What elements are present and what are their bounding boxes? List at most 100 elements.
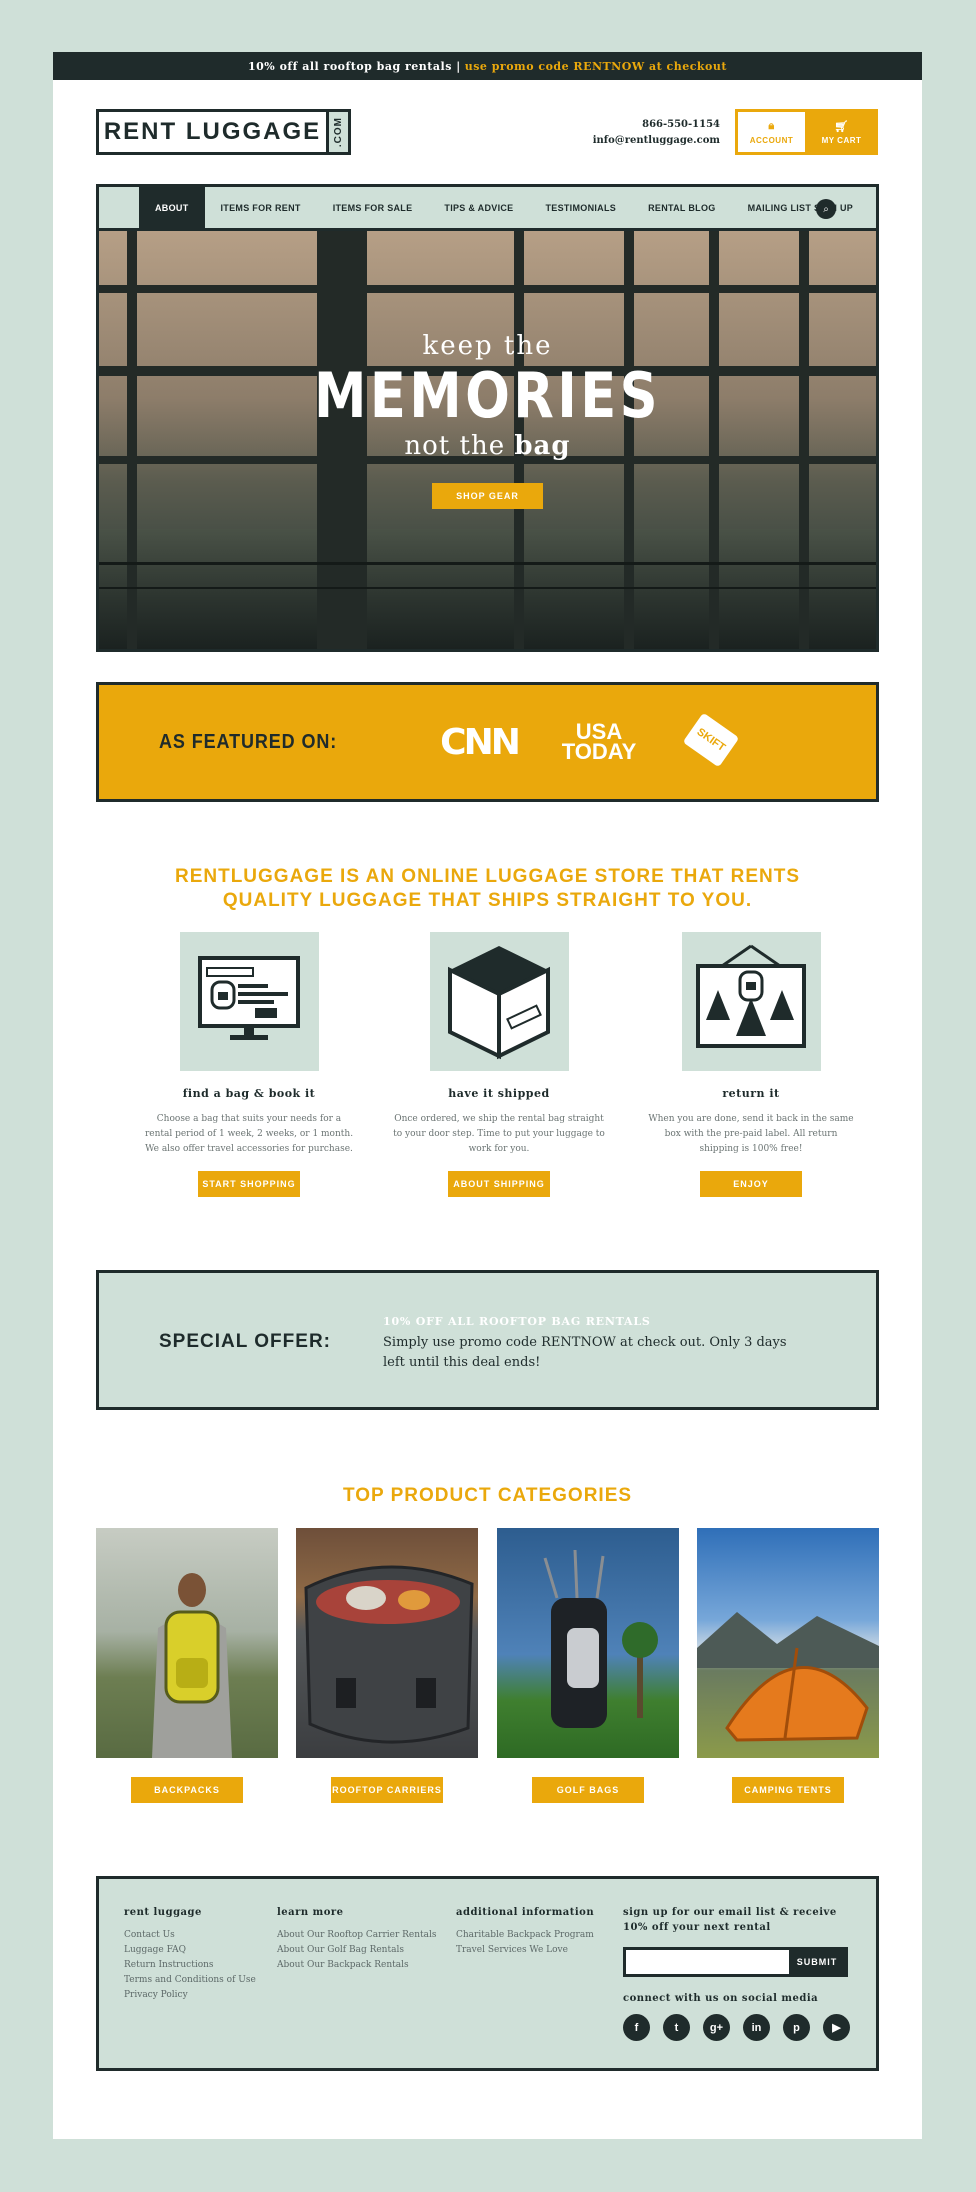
step-title: return it xyxy=(722,1087,780,1100)
offer-body: Simply use promo code RENTNOW at check o… xyxy=(383,1335,787,1370)
logo-text: RENT LUGGAGE xyxy=(103,118,322,145)
google-plus-icon[interactable]: g+ xyxy=(703,2014,730,2041)
pinterest-icon[interactable]: p xyxy=(783,2014,810,2041)
footer-link-backpack[interactable]: About Our Backpack Rentals xyxy=(277,1958,437,1973)
facebook-icon[interactable]: f xyxy=(623,2014,650,2041)
hero-line-3b: bag xyxy=(514,431,571,461)
twitter-icon[interactable]: t xyxy=(663,2014,690,2041)
step-ship: have it shipped Once ordered, we ship th… xyxy=(374,932,624,1197)
tent-figure xyxy=(697,1612,879,1742)
footer-col-title: additional information xyxy=(456,1907,595,1918)
backpacks-button[interactable]: BACKPACKS xyxy=(131,1777,243,1803)
footer-link-terms[interactable]: Terms and Conditions of Use xyxy=(124,1973,256,1988)
monitor-illustration xyxy=(179,932,319,1071)
nav-item-tips-advice[interactable]: TIPS & ADVICE xyxy=(428,187,529,228)
submit-button[interactable]: SUBMIT xyxy=(789,1950,845,1974)
footer-link-privacy[interactable]: Privacy Policy xyxy=(124,1988,256,2003)
camping-tents-image[interactable] xyxy=(697,1528,879,1758)
footer-link-rooftop[interactable]: About Our Rooftop Carrier Rentals xyxy=(277,1928,437,1943)
hero-rail xyxy=(99,562,876,565)
footer: rent luggage Contact Us Luggage FAQ Retu… xyxy=(96,1876,879,2071)
step-text: Once ordered, we ship the rental bag str… xyxy=(393,1114,605,1154)
footer-link-contact[interactable]: Contact Us xyxy=(124,1928,256,1943)
nav-item-rental-blog[interactable]: RENTAL BLOG xyxy=(632,187,731,228)
category-golf-bags: GOLF BAGS xyxy=(497,1528,679,1803)
promo-text: 10% off all rooftop bag rentals | xyxy=(248,59,461,73)
nav-item-items-for-rent[interactable]: ITEMS FOR RENT xyxy=(205,187,317,228)
footer-link-returns[interactable]: Return Instructions xyxy=(124,1958,256,1973)
promo-highlight: use promo code RENTNOW at checkout xyxy=(464,59,727,73)
step-title: find a bag & book it xyxy=(182,1087,316,1100)
golf-bags-image[interactable] xyxy=(497,1528,679,1758)
header: RENT LUGGAGE .COM 866-550-1154 info@rent… xyxy=(53,80,922,184)
hero-banner: keep the MEMORIES not the bag SHOP GEAR xyxy=(99,231,876,649)
youtube-icon[interactable]: ▶ xyxy=(823,2014,850,2041)
phone-number[interactable]: 866-550-1154 xyxy=(593,117,720,133)
hero-rail xyxy=(99,587,876,589)
footer-col-learn-more: learn more About Our Rooftop Carrier Ren… xyxy=(277,1905,437,1973)
footer-link-golf[interactable]: About Our Golf Bag Rentals xyxy=(277,1943,437,1958)
cnn-logo: CNN xyxy=(440,721,521,763)
page: 10% off all rooftop bag rentals | use pr… xyxy=(53,52,922,2139)
step-text: When you are done, send it back in the s… xyxy=(648,1114,854,1154)
logo-com: .COM xyxy=(333,116,344,148)
account-button[interactable]: 🔒︎ ACCOUNT xyxy=(738,112,805,152)
skift-text: SKIFT xyxy=(694,725,728,755)
footer-link-travel-services[interactable]: Travel Services We Love xyxy=(456,1943,594,1958)
footer-col-title: rent luggage xyxy=(124,1907,202,1918)
contact-info: 866-550-1154 info@rentluggage.com xyxy=(593,117,720,149)
nav-item-testimonials[interactable]: TESTIMONIALS xyxy=(529,187,632,228)
carrier-bag-figure xyxy=(304,1565,474,1744)
start-shopping-button[interactable]: START SHOPPING xyxy=(198,1171,300,1197)
backpacks-image[interactable] xyxy=(96,1528,278,1758)
rooftop-carriers-button[interactable]: ROOFTOP CARRIERS xyxy=(331,1777,443,1803)
nav-item-about[interactable]: ABOUT xyxy=(139,187,205,228)
linkedin-icon[interactable]: in xyxy=(743,2014,770,2041)
hiker-figure xyxy=(152,1573,232,1758)
social-icons: f t g+ in p ▶ xyxy=(623,2014,863,2041)
footer-col-rent-luggage: rent luggage Contact Us Luggage FAQ Retu… xyxy=(124,1905,256,2003)
trees-backpack-icon xyxy=(695,944,806,1048)
hero-floor xyxy=(99,529,876,649)
footer-col-additional-info: additional information Charitable Backpa… xyxy=(456,1905,594,1958)
skift-logo: SKIFT xyxy=(679,712,740,768)
signup-title: sign up for our email list & receive 10%… xyxy=(623,1907,837,1933)
footer-link-charitable[interactable]: Charitable Backpack Program xyxy=(456,1928,594,1943)
cart-button[interactable]: 🛒︎ MY CART xyxy=(808,112,875,152)
nav-item-items-for-sale[interactable]: ITEMS FOR SALE xyxy=(317,187,429,228)
email-field[interactable] xyxy=(626,1950,789,1974)
category-backpacks: BACKPACKS xyxy=(96,1528,278,1803)
hero-text: keep the MEMORIES not the bag SHOP GEAR xyxy=(99,331,876,509)
footer-link-faq[interactable]: Luggage FAQ xyxy=(124,1943,256,1958)
categories-title: TOP PRODUCT CATEGORIES xyxy=(342,1485,633,1506)
nav-item-mailing-list[interactable]: MAILING LIST SIGN UP xyxy=(732,187,870,228)
intro-line-1: RENTLUGGAGE IS AN ONLINE LUGGAGE STORE T… xyxy=(174,866,800,887)
social-title: connect with us on social media xyxy=(623,1993,819,2004)
camping-tents-button[interactable]: CAMPING TENTS xyxy=(732,1777,844,1803)
hero-line-2: MEMORIES xyxy=(313,359,662,432)
shop-gear-button[interactable]: SHOP GEAR xyxy=(432,483,543,509)
intro-line-2: QUALITY LUGGAGE THAT SHIPS STRAIGHT TO Y… xyxy=(222,890,753,911)
step-title: have it shipped xyxy=(448,1087,550,1100)
email-address[interactable]: info@rentluggage.com xyxy=(593,133,720,149)
window-frame xyxy=(99,285,876,293)
usa-today-text: USA TODAY xyxy=(561,719,637,764)
promo-bar: 10% off all rooftop bag rentals | use pr… xyxy=(53,52,922,80)
signup-form: SUBMIT xyxy=(623,1947,848,1977)
search-icon[interactable]: ⌕ xyxy=(816,199,836,219)
offer-title: 10% OFF ALL ROOFTOP BAG RENTALS xyxy=(383,1315,651,1328)
enjoy-button[interactable]: ENJOY xyxy=(700,1171,802,1197)
rooftop-carriers-image[interactable] xyxy=(296,1528,478,1758)
monitor-icon xyxy=(197,956,300,1040)
account-label: ACCOUNT xyxy=(749,135,794,145)
account-cart-box: 🔒︎ ACCOUNT 🛒︎ MY CART xyxy=(735,109,878,155)
hero-line-1: keep the xyxy=(422,331,553,361)
logo[interactable]: RENT LUGGAGE .COM xyxy=(96,109,351,155)
golf-bags-button[interactable]: GOLF BAGS xyxy=(532,1777,644,1803)
about-shipping-button[interactable]: ABOUT SHIPPING xyxy=(448,1171,550,1197)
hero-frame: ABOUT ITEMS FOR RENT ITEMS FOR SALE TIPS… xyxy=(96,184,879,652)
frame-illustration xyxy=(681,932,821,1071)
offer-label: SPECIAL OFFER: xyxy=(159,1331,331,1352)
featured-label: AS FEATURED ON: xyxy=(159,730,338,753)
golf-bag-figure xyxy=(543,1549,658,1728)
